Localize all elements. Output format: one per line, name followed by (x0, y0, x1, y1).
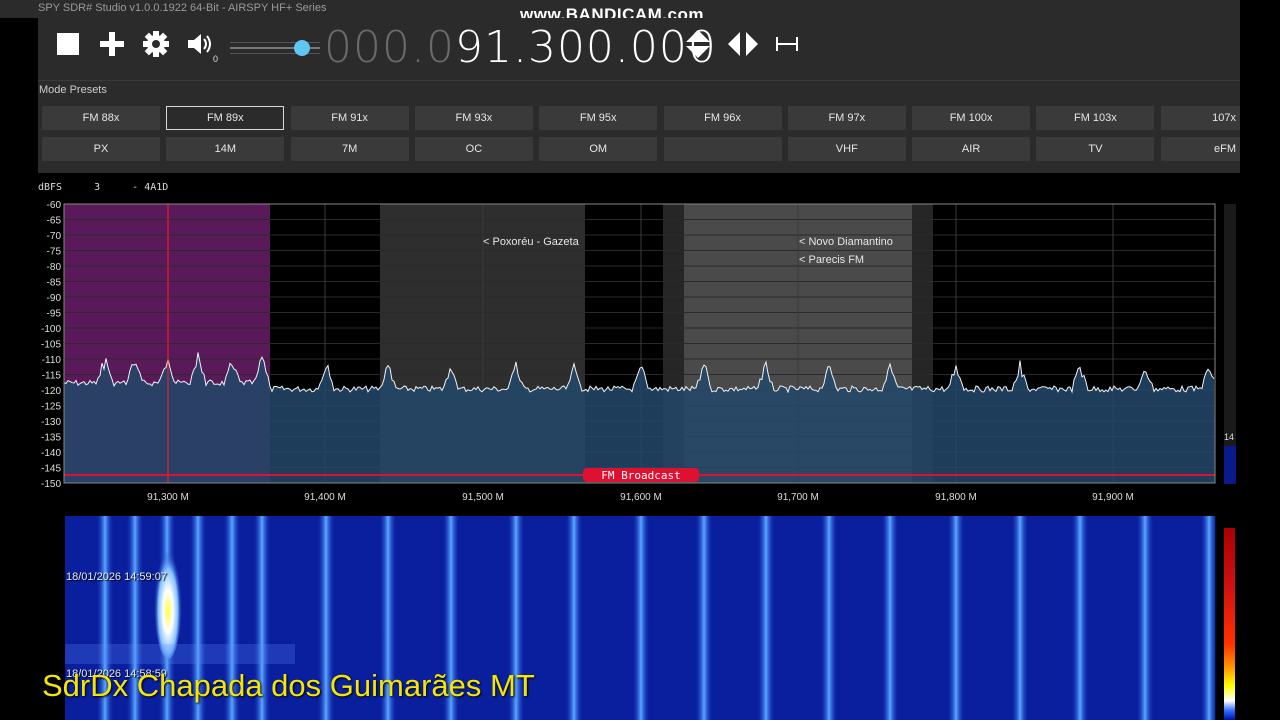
waterfall-signal-trace (948, 516, 964, 720)
waterfall-signal-trace (566, 516, 582, 720)
preset-button[interactable]: AIR (912, 137, 1031, 161)
add-button[interactable] (98, 30, 126, 58)
y-tick-label: -125 (41, 402, 61, 413)
spectrum-display[interactable]: -60 -65 -70 -75 -80 -85 -90 -95 -100 -105 -110 -115… (0, 196, 1240, 508)
y-tick-label: -110 (42, 355, 62, 366)
frequency-display[interactable]: 000.091.300.000 (324, 22, 717, 73)
station-label: < Parecis FM (799, 254, 864, 266)
waterfall-signal-trace (1137, 516, 1153, 720)
y-tick-label: -135 (41, 433, 61, 444)
waterfall-signal-trace (633, 516, 649, 720)
waterfall-noise-band (65, 644, 295, 664)
y-tick-label: -105 (41, 340, 61, 351)
preset-button[interactable]: eFM (1160, 137, 1240, 161)
x-tick-label: 91,800 M (935, 492, 977, 503)
band-plan-label: FM Broadcast (601, 469, 680, 482)
left-right-arrows-icon (728, 32, 758, 56)
preset-button[interactable]: FM 95x (539, 106, 658, 130)
y-tick-label: -150 (41, 479, 61, 490)
x-tick-label: 91,300 M (147, 492, 189, 503)
volume-slider[interactable] (230, 38, 320, 58)
waterfall-hot-signal (154, 539, 182, 659)
preset-button[interactable]: FM 88x (42, 106, 160, 130)
volume-button[interactable] (186, 30, 214, 58)
y-tick-label: -100 (41, 324, 61, 335)
preset-button[interactable]: FM 100x (912, 106, 1031, 130)
speaker-icon (188, 34, 211, 54)
preset-button[interactable]: FM 96x (663, 106, 782, 130)
waterfall-signal-trace (1072, 516, 1088, 720)
up-down-arrows-icon (686, 30, 710, 58)
x-tick-label: 91,400 M (304, 492, 346, 503)
presets-title: Mode Presets (39, 84, 107, 96)
y-tick-label: -145 (41, 464, 61, 475)
settings-button[interactable] (142, 30, 170, 58)
preset-button[interactable]: 107x (1160, 106, 1240, 130)
window-title: SPY SDR# Studio v1.0.0.1922 64-Bit - AIR… (38, 2, 327, 14)
preset-button[interactable]: FM 93x (414, 106, 533, 130)
frequency-leading-digits: 000.0 (324, 22, 455, 73)
y-tick-label: -115 (42, 371, 62, 382)
spectrum-level-bar[interactable] (1224, 204, 1236, 484)
y-tick-label: -80 (47, 262, 62, 273)
frequency-digits: 91.300.000 (454, 22, 717, 73)
preset-button[interactable]: FM 91x (290, 106, 409, 130)
preset-button[interactable]: FM 103x (1036, 106, 1155, 130)
volume-slider-knob[interactable] (294, 40, 310, 56)
x-tick-label: 91,900 M (1092, 492, 1134, 503)
y-tick-label: -140 (41, 448, 61, 459)
preset-button[interactable]: OC (414, 137, 533, 161)
y-tick-label: -70 (47, 231, 62, 242)
preset-button[interactable]: TV (1036, 137, 1155, 161)
waterfall-signal-trace (1012, 516, 1028, 720)
preset-button[interactable] (663, 137, 782, 161)
station-label: < Novo Diamantino (799, 236, 893, 248)
waterfall-signal-trace (1201, 516, 1217, 720)
spectrum-code: - 4A1D (132, 182, 169, 193)
frequency-step-button[interactable] (684, 30, 712, 58)
waterfall-signal-trace (696, 516, 712, 720)
waterfall-signal-trace (758, 516, 774, 720)
station-label: < Poxoréu - Gazeta (483, 236, 580, 248)
y-tick-label: -95 (47, 309, 62, 320)
y-tick-label: -75 (47, 247, 62, 258)
y-tick-label: -130 (41, 417, 61, 428)
preset-button[interactable]: 14M (166, 137, 285, 161)
spectrum-value: 3 (94, 182, 101, 193)
x-tick-label: 91,600 M (620, 492, 662, 503)
video-caption: SdrDx Chapada dos Guimarães MT (42, 668, 535, 703)
preset-button[interactable]: VHF (787, 137, 906, 161)
waterfall-color-scale (1224, 528, 1235, 720)
gear-icon (143, 31, 169, 57)
spectrum-unit: dBFS (38, 182, 63, 193)
level-fill (1224, 446, 1236, 484)
spectrum-header: dBFS 3 - 4A1D (38, 182, 168, 193)
y-tick-label: -120 (41, 386, 61, 397)
preset-button[interactable]: PX (42, 137, 160, 161)
waterfall-timestamp: 18/01/2026 14:59:07 (66, 571, 167, 583)
plus-icon (100, 32, 124, 56)
y-tick-label: -60 (47, 200, 62, 211)
waterfall-signal-trace (882, 516, 898, 720)
preset-button[interactable]: FM 89x (166, 106, 285, 130)
stop-icon (57, 33, 79, 55)
y-tick-label: -65 (47, 216, 62, 227)
span-width-icon (776, 37, 798, 51)
preset-button[interactable]: OM (539, 137, 658, 161)
x-tick-label: 91,700 M (777, 492, 819, 503)
tuning-direction-button[interactable] (726, 30, 760, 58)
preset-button[interactable]: 7M (290, 137, 409, 161)
x-tick-label: 91,500 M (462, 492, 504, 503)
volume-value: 0 (213, 54, 219, 64)
stop-button[interactable] (54, 30, 82, 58)
y-tick-label: -85 (47, 278, 62, 289)
preset-button[interactable]: FM 97x (787, 106, 906, 130)
bandwidth-button[interactable] (774, 30, 800, 58)
level-value: 14 (1224, 432, 1235, 442)
waterfall-signal-trace (821, 516, 837, 720)
y-tick-label: -90 (47, 293, 62, 304)
